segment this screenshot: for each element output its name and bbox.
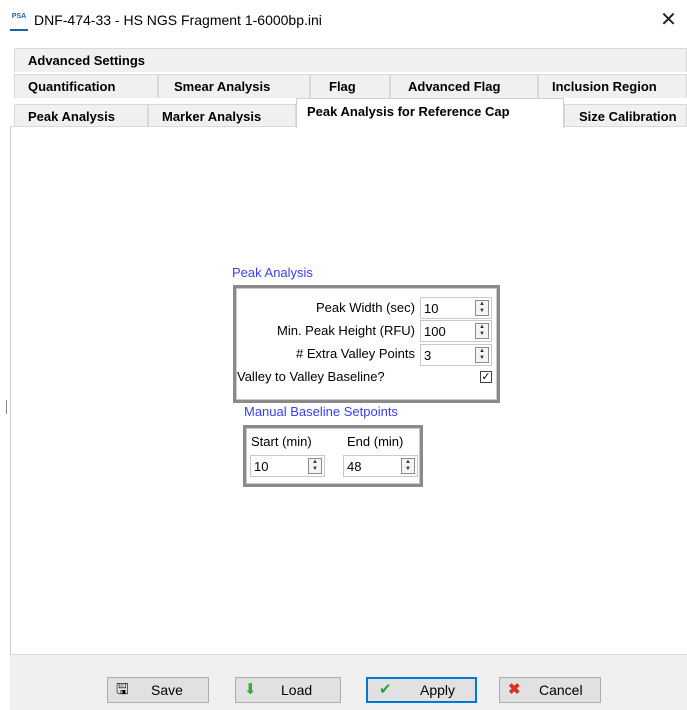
end-min-stepper[interactable]: 48 ▲ ▼: [343, 455, 418, 477]
peak-analysis-title: Peak Analysis: [232, 265, 313, 280]
tab-row-2: Quantification Smear Analysis Flag Advan…: [14, 74, 687, 98]
start-min-label: Start (min): [251, 434, 312, 449]
valley-baseline-checkbox[interactable]: ✓: [480, 371, 492, 383]
manual-baseline-group: Start (min) End (min) 10 ▲ ▼ 48 ▲ ▼: [243, 425, 423, 487]
tab-smear-analysis[interactable]: Smear Analysis: [158, 74, 310, 98]
tab-row-1: Advanced Settings: [14, 48, 687, 72]
window-title: DNF-474-33 - HS NGS Fragment 1-6000bp.in…: [34, 12, 322, 28]
title-bar: PSA DNF-474-33 - HS NGS Fragment 1-6000b…: [0, 0, 687, 44]
min-peak-height-label: Min. Peak Height (RFU): [277, 323, 415, 338]
tab-inclusion-region[interactable]: Inclusion Region: [538, 74, 687, 98]
end-min-label: End (min): [347, 434, 404, 449]
valley-baseline-label: Valley to Valley Baseline?: [237, 369, 385, 384]
save-button[interactable]: 🖫 Save: [107, 677, 209, 703]
tab-peak-analysis-reference-cap[interactable]: Peak Analysis for Reference Cap: [296, 98, 564, 128]
peak-width-stepper[interactable]: 10 ▲ ▼: [420, 297, 492, 319]
tab-advanced-settings[interactable]: Advanced Settings: [14, 48, 687, 72]
start-min-stepper[interactable]: 10 ▲ ▼: [250, 455, 325, 477]
checkmark-icon: ✓: [481, 371, 491, 383]
spin-arrows-icon[interactable]: ▲ ▼: [475, 347, 489, 363]
tab-quantification[interactable]: Quantification: [14, 74, 158, 98]
spin-arrows-icon[interactable]: ▲ ▼: [308, 458, 322, 474]
spin-arrows-icon[interactable]: ▲ ▼: [475, 323, 489, 339]
down-arrow-icon: ⬇: [244, 681, 257, 698]
spin-arrows-icon[interactable]: ▲ ▼: [475, 300, 489, 316]
tab-advanced-flag[interactable]: Advanced Flag: [390, 74, 538, 98]
peak-width-label: Peak Width (sec): [316, 300, 415, 315]
x-icon: ✖: [508, 681, 521, 698]
peak-analysis-group: Peak Width (sec) 10 ▲ ▼ Min. Peak Height …: [233, 285, 500, 403]
tab-marker-analysis[interactable]: Marker Analysis: [148, 104, 296, 128]
end-min-value: 48: [347, 459, 362, 474]
extra-valley-points-stepper[interactable]: 3 ▲ ▼: [420, 344, 492, 366]
tab-flag[interactable]: Flag: [310, 74, 390, 98]
tab-content-panel: Peak Analysis Peak Width (sec) 10 ▲ ▼ Min…: [10, 126, 687, 655]
min-peak-height-value: 100: [424, 324, 446, 339]
close-icon[interactable]: ✕: [650, 4, 687, 36]
checkmark-icon: ✔: [379, 681, 392, 698]
spin-arrows-icon[interactable]: ▲ ▼: [401, 458, 415, 474]
manual-baseline-title: Manual Baseline Setpoints: [244, 404, 398, 419]
apply-button[interactable]: ✔ Apply: [366, 677, 477, 703]
tab-size-calibration[interactable]: Size Calibration: [564, 104, 687, 128]
extra-valley-points-label: # Extra Valley Points: [296, 346, 415, 361]
apply-button-label: Apply: [420, 682, 456, 698]
save-button-label: Save: [151, 682, 183, 698]
tab-peak-analysis[interactable]: Peak Analysis: [14, 104, 148, 128]
load-button[interactable]: ⬇ Load: [235, 677, 341, 703]
load-button-label: Load: [281, 682, 313, 698]
tab-row-3: Peak Analysis Marker Analysis Peak Analy…: [14, 98, 687, 128]
min-peak-height-stepper[interactable]: 100 ▲ ▼: [420, 320, 492, 342]
start-min-value: 10: [254, 459, 269, 474]
left-splitter: [6, 400, 7, 414]
extra-valley-points-value: 3: [424, 348, 432, 363]
cancel-button[interactable]: ✖ Cancel: [499, 677, 601, 703]
cancel-button-label: Cancel: [539, 682, 583, 698]
button-bar: 🖫 Save ⬇ Load ✔ Apply ✖ Cancel: [10, 654, 687, 710]
app-icon: PSA: [10, 13, 28, 31]
peak-width-value: 10: [424, 301, 439, 316]
floppy-icon: 🖫: [116, 681, 129, 698]
